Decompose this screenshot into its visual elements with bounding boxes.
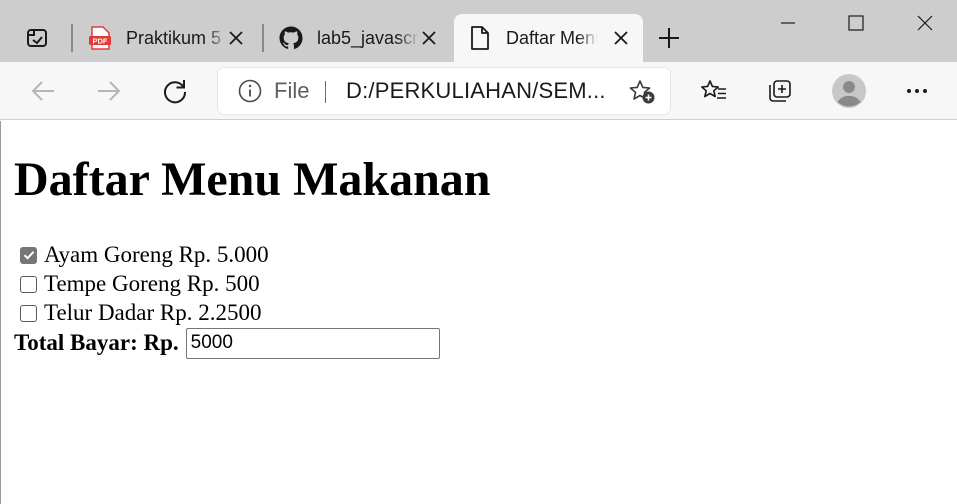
tab-praktikum[interactable]: PDF Praktikum 5 xyxy=(74,14,258,62)
info-icon[interactable] xyxy=(238,79,262,103)
url-text[interactable]: D:/PERKULIAHAN/SEM... xyxy=(346,79,606,103)
menu-item-checkbox[interactable] xyxy=(20,275,37,293)
total-row: Total Bayar: Rp. 5000 xyxy=(14,327,440,359)
menu-item-checkbox[interactable] xyxy=(20,246,37,264)
add-favorite-icon[interactable] xyxy=(628,79,656,105)
more-icon xyxy=(907,89,927,93)
arrow-right-icon xyxy=(98,81,121,101)
maximize-icon xyxy=(848,15,864,31)
tab-separator xyxy=(71,24,73,52)
address-bar[interactable]: File D:/PERKULIAHAN/SEM... xyxy=(218,68,670,114)
close-icon xyxy=(917,15,933,31)
collections-icon xyxy=(769,80,791,102)
page-content: Daftar Menu Makanan Ayam Goreng Rp. 5.00… xyxy=(0,121,957,504)
checkmark-icon xyxy=(23,251,34,260)
arrow-left-icon xyxy=(31,81,54,101)
tab-actions-icon xyxy=(27,29,47,47)
total-label: Total Bayar: Rp. xyxy=(14,330,179,355)
document-icon xyxy=(468,26,492,50)
refresh-icon xyxy=(164,80,187,104)
page-title: Daftar Menu Makanan xyxy=(14,153,491,206)
refresh-button[interactable] xyxy=(157,74,193,108)
menu-item[interactable]: Ayam Goreng Rp. 5.000 xyxy=(20,242,269,267)
close-tab-icon[interactable] xyxy=(419,28,439,48)
tab-title: Praktikum 5 xyxy=(126,27,222,48)
tab-strip: PDF Praktikum 5 lab5_javascript Daftar M… xyxy=(0,0,957,62)
tab-title: Daftar Menu xyxy=(506,27,598,48)
menu-item-label: Tempe Goreng Rp. 500 xyxy=(44,271,260,296)
menu-item-label: Telur Dadar Rp. 2.2500 xyxy=(44,300,262,325)
close-tab-icon[interactable] xyxy=(611,28,631,48)
browser-toolbar: File D:/PERKULIAHAN/SEM... xyxy=(0,62,957,120)
maximize-button[interactable] xyxy=(836,8,876,38)
tab-title: lab5_javascript xyxy=(317,27,419,48)
close-window-button[interactable] xyxy=(905,8,945,38)
total-input[interactable]: 5000 xyxy=(185,327,440,359)
collections-button[interactable] xyxy=(762,74,798,108)
avatar-icon xyxy=(832,74,866,108)
tab-daftar-menu[interactable]: Daftar Menu xyxy=(454,14,643,62)
minimize-icon xyxy=(781,22,795,24)
back-button[interactable] xyxy=(25,74,61,108)
tab-separator xyxy=(262,24,264,52)
url-divider xyxy=(325,81,326,103)
settings-more-button[interactable] xyxy=(899,74,935,108)
menu-item-checkbox[interactable] xyxy=(20,304,37,322)
forward-button[interactable] xyxy=(91,74,127,108)
tab-actions-button[interactable] xyxy=(18,24,56,52)
pdf-icon: PDF xyxy=(88,26,112,50)
tab-lab5-javascript[interactable]: lab5_javascript xyxy=(265,14,451,62)
menu-item-label: Ayam Goreng Rp. 5.000 xyxy=(44,242,269,267)
new-tab-button[interactable] xyxy=(654,24,684,52)
menu-item[interactable]: Telur Dadar Rp. 2.2500 xyxy=(20,300,262,325)
svg-text:PDF: PDF xyxy=(93,37,108,46)
url-scheme: File xyxy=(274,78,310,103)
plus-icon xyxy=(659,28,679,48)
favorites-list-icon xyxy=(701,80,726,99)
profile-button[interactable] xyxy=(830,72,868,110)
favorites-button[interactable] xyxy=(696,74,732,108)
menu-item[interactable]: Tempe Goreng Rp. 500 xyxy=(20,271,260,296)
minimize-button[interactable] xyxy=(768,8,808,38)
close-tab-icon[interactable] xyxy=(226,28,246,48)
github-icon xyxy=(279,26,303,50)
